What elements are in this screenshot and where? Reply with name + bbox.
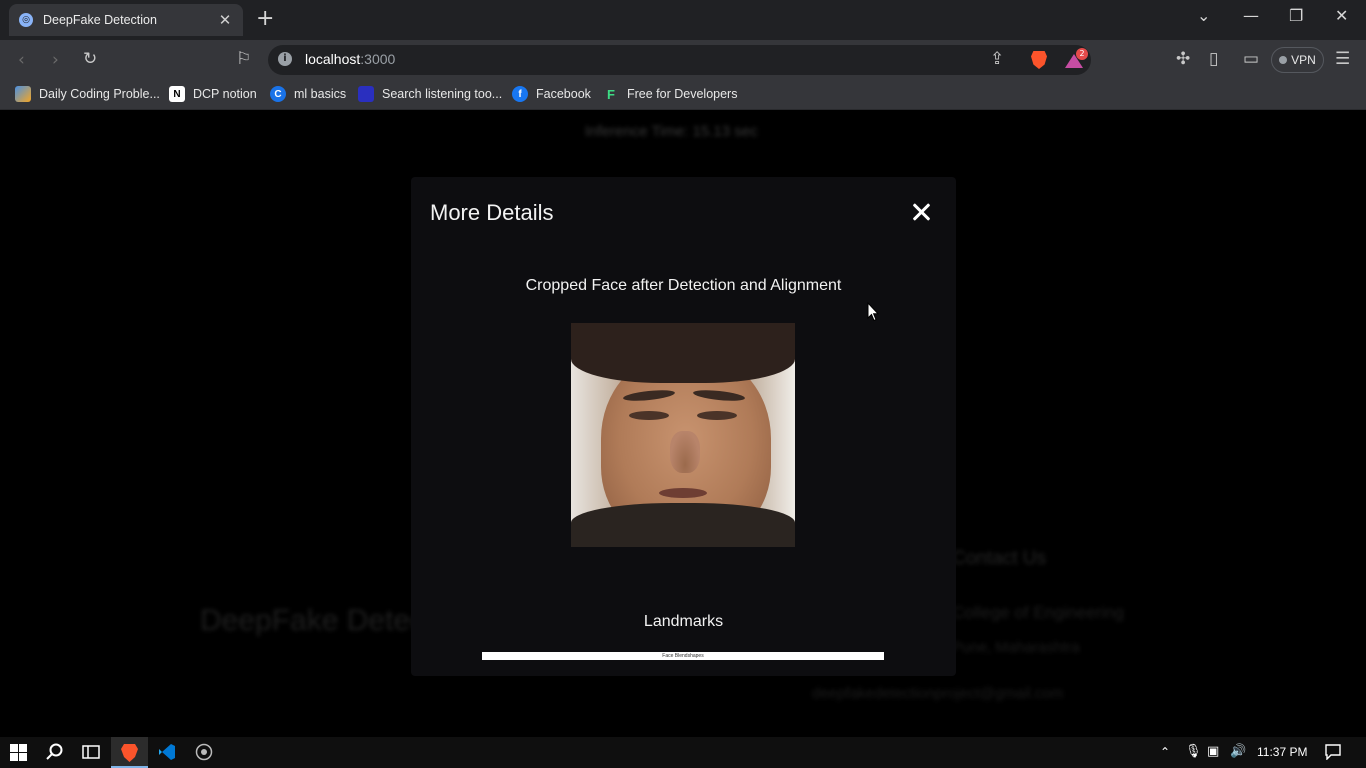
forward-icon[interactable]: › xyxy=(52,50,59,70)
tab-search-chevron-icon[interactable]: ⌄ xyxy=(1197,6,1210,25)
browser-titlebar: ◎ DeepFake Detection ✕ + ⌄ — ❐ ✕ xyxy=(0,0,1366,40)
reload-icon[interactable]: ↻ xyxy=(83,49,97,69)
tab-favicon-icon: ◎ xyxy=(19,13,33,27)
url-text[interactable]: localhost:3000 xyxy=(305,51,395,67)
vscode-taskbar-icon[interactable] xyxy=(158,743,176,765)
f-icon: F xyxy=(607,86,615,102)
modal-title: More Details xyxy=(430,200,554,225)
menu-icon[interactable]: ☰ xyxy=(1335,49,1350,69)
blendshapes-chart: Face Blendshapes xyxy=(482,652,884,660)
inference-time-text: Inference Time: 15.13 sec xyxy=(585,123,758,140)
tab-deepfake-detection[interactable]: ◎ DeepFake Detection ✕ xyxy=(9,4,243,36)
bookmark-free-for-developers[interactable]: F Free for Developers xyxy=(603,86,737,102)
vpn-label: VPN xyxy=(1291,53,1316,67)
bookmark-dcp-notion[interactable]: N DCP notion xyxy=(169,86,257,102)
url-port: :3000 xyxy=(360,51,396,67)
footer-college: College of Engineering xyxy=(952,603,1125,622)
bookmark-search-listening[interactable]: Search listening too... xyxy=(358,86,502,102)
vpn-status-icon xyxy=(1279,56,1288,64)
volume-icon[interactable]: 🔊 xyxy=(1230,744,1246,759)
notion-icon: N xyxy=(169,86,185,102)
bookmark-label: Facebook xyxy=(536,87,591,101)
close-window-icon[interactable]: ✕ xyxy=(1335,6,1348,25)
bookmark-icon[interactable]: ⚐ xyxy=(236,49,251,69)
search-listening-icon xyxy=(358,86,374,102)
close-icon[interactable] xyxy=(910,201,932,223)
cropped-face-image xyxy=(571,323,795,547)
extensions-icon[interactable]: ✣ xyxy=(1176,49,1190,69)
tab-title: DeepFake Detection xyxy=(43,13,157,27)
microphone-icon[interactable]: 🎙 xyxy=(1185,744,1202,759)
bookmark-ml-basics[interactable]: C ml basics xyxy=(270,86,346,102)
url-host: localhost xyxy=(305,51,361,67)
footer-email: deepfakedetectionproject@gmail.com xyxy=(812,685,1064,702)
share-icon[interactable]: ⇪ xyxy=(990,49,1004,69)
clock-time[interactable]: 11:37 PM xyxy=(1257,745,1307,759)
facebook-icon: f xyxy=(512,86,528,102)
tab-close-icon[interactable]: ✕ xyxy=(217,11,233,29)
bookmark-label: Daily Coding Proble... xyxy=(39,87,160,101)
task-view-icon[interactable] xyxy=(82,743,100,765)
wallet-icon[interactable]: ▭ xyxy=(1243,49,1259,69)
new-tab-icon[interactable]: + xyxy=(256,8,274,30)
more-details-modal: More Details Cropped Face after Detectio… xyxy=(411,177,956,676)
brave-taskbar-icon[interactable] xyxy=(121,744,138,766)
footer-contact-heading: Contact Us xyxy=(952,548,1046,569)
restore-icon[interactable]: ❐ xyxy=(1289,6,1303,25)
back-icon[interactable]: ‹ xyxy=(18,50,25,70)
vpn-button[interactable]: VPN xyxy=(1271,47,1324,73)
search-icon[interactable] xyxy=(46,743,64,765)
c-icon: C xyxy=(270,86,286,102)
app-taskbar-icon[interactable] xyxy=(195,743,213,765)
tray-chevron-icon[interactable]: ⌃ xyxy=(1160,745,1170,759)
bookmark-facebook[interactable]: f Facebook xyxy=(512,86,591,102)
footer-city: Pune, Maharashtra xyxy=(952,639,1080,656)
windows-start-icon[interactable] xyxy=(10,744,27,765)
minimize-icon[interactable]: — xyxy=(1243,6,1259,25)
bookmark-label: DCP notion xyxy=(193,87,257,101)
bookmark-daily-coding[interactable]: Daily Coding Proble... xyxy=(15,86,160,102)
cropped-face-heading: Cropped Face after Detection and Alignme… xyxy=(525,277,842,294)
landmarks-heading: Landmarks xyxy=(643,613,724,630)
page-content: Inference Time: 15.13 sec DeepFake Detec… xyxy=(0,111,1366,737)
sidebar-icon[interactable]: ▯ xyxy=(1209,49,1218,69)
network-icon[interactable]: ▣ xyxy=(1207,744,1219,759)
bookmark-label: Free for Developers xyxy=(627,87,738,101)
site-info-icon[interactable]: i xyxy=(278,52,292,66)
dcp-icon xyxy=(15,86,31,102)
rewards-badge: 2 xyxy=(1076,48,1088,60)
notifications-icon[interactable] xyxy=(1325,744,1341,764)
blendshapes-chart-title: Face Blendshapes xyxy=(662,653,704,659)
bookmark-label: Search listening too... xyxy=(382,87,503,101)
bookmark-label: ml basics xyxy=(294,87,347,101)
